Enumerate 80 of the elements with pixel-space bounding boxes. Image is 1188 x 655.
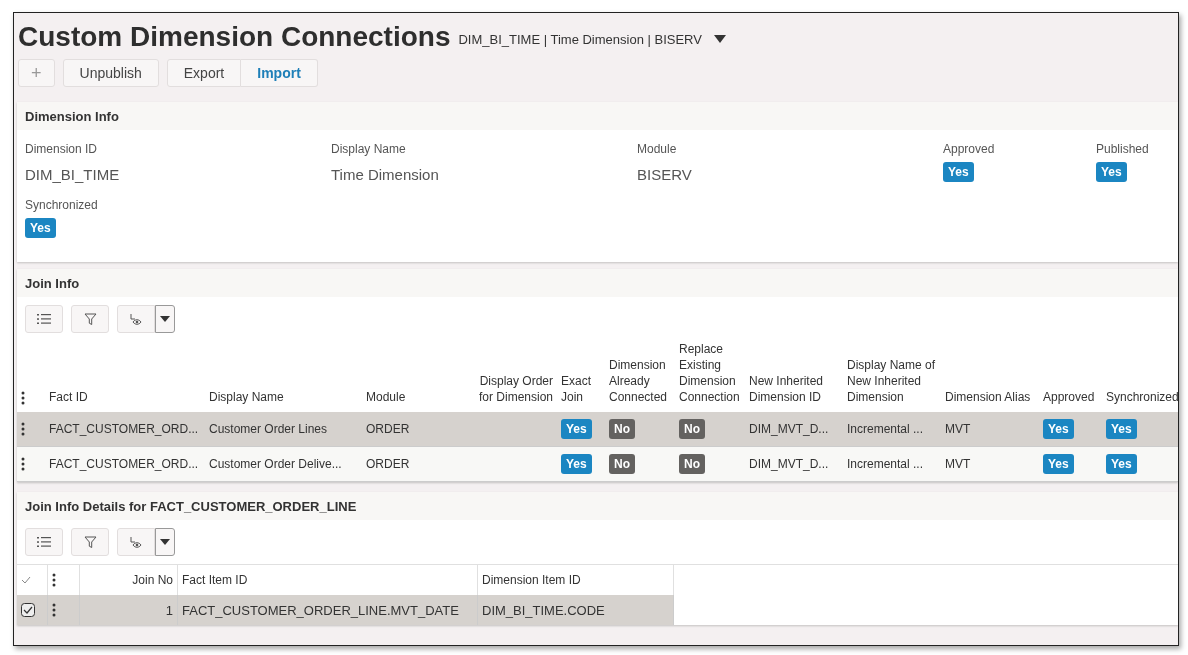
table-cell: Customer Order Delive... [205, 447, 362, 482]
status-badge: No [679, 454, 705, 474]
column-header[interactable]: Synchronized [1102, 341, 1178, 412]
table-cell: ORDER [362, 412, 470, 447]
table-cell[interactable] [17, 412, 45, 447]
table-cell: Customer Order Lines [205, 412, 362, 447]
column-header[interactable]: Module [362, 341, 470, 412]
list-icon [37, 536, 51, 548]
table-cell[interactable] [17, 595, 48, 625]
table-cell: ORDER [362, 447, 470, 482]
field-label: Module [637, 142, 678, 156]
unpublish-button[interactable]: Unpublish [62, 59, 159, 87]
column-menu-icon[interactable] [21, 391, 25, 405]
table-cell: DIM_MVT_D... [745, 412, 843, 447]
field-value: BISERV [637, 166, 692, 183]
column-header[interactable]: Dimension Already Connected [605, 341, 675, 412]
table-cell: FACT_CUSTOMER_ORDER_LINE.MVT_DATE [178, 595, 478, 625]
table-cell[interactable] [17, 447, 45, 482]
field-label: Display Name [331, 142, 407, 156]
caret-icon[interactable] [713, 35, 726, 43]
field-label: Approved [943, 142, 996, 156]
table-cell: FACT_CUSTOMER_ORD... [45, 412, 205, 447]
field-label: Synchronized [25, 198, 99, 212]
table-cell: MVT [941, 412, 1039, 447]
caret-icon [160, 316, 170, 322]
column-header[interactable]: Display Name of New Inherited Dimension [843, 341, 941, 412]
column-header[interactable]: Dimension Alias [941, 341, 1039, 412]
eye-icon [129, 535, 143, 549]
record-context: DIM_BI_TIME | Time Dimension | BISERV [458, 31, 702, 47]
page-title: Custom Dimension Connections [18, 21, 451, 53]
status-badge: Yes [1106, 454, 1137, 474]
column-header[interactable]: Approved [1039, 341, 1102, 412]
row-menu-icon[interactable] [52, 603, 56, 617]
status-badge: Yes [25, 218, 56, 238]
caret-icon [160, 539, 170, 545]
eye-icon [129, 312, 143, 326]
field-label: Published [1096, 142, 1150, 156]
filter-icon [83, 535, 97, 549]
table-cell: DIM_MVT_D... [745, 447, 843, 482]
status-badge: Yes [561, 454, 592, 474]
list-button[interactable] [25, 528, 63, 556]
table-cell: FACT_CUSTOMER_ORD... [45, 447, 205, 482]
status-badge: Yes [1043, 454, 1074, 474]
status-badge: Yes [1106, 419, 1137, 439]
table-cell: 1 [80, 595, 178, 625]
column-header[interactable]: Display Name [205, 341, 362, 412]
list-icon [37, 313, 51, 325]
table-cell: Incremental ... [843, 412, 941, 447]
checkbox[interactable] [21, 603, 35, 617]
dropdown-button[interactable] [155, 305, 175, 333]
panel-title: Dimension Info [25, 108, 119, 124]
column-header[interactable]: Display Order for Dimension [470, 341, 557, 412]
table-cell: Incremental ... [843, 447, 941, 482]
row-menu-icon[interactable] [21, 422, 25, 436]
status-badge: Yes [943, 162, 974, 182]
field-value: Time Dimension [331, 166, 439, 183]
column-menu-icon[interactable] [52, 573, 56, 587]
export-button[interactable]: Export [166, 59, 242, 87]
panel-title: Join Info Details for FACT_CUSTOMER_ORDER_LINE [25, 498, 357, 514]
status-badge: No [609, 419, 635, 439]
table-cell: DIM_BI_TIME.CODE [478, 595, 674, 625]
list-button[interactable] [25, 305, 63, 333]
status-badge: Yes [1096, 162, 1127, 182]
filter-icon [83, 312, 97, 326]
column-header[interactable]: Fact ID [45, 341, 205, 412]
field-label: Dimension ID [25, 142, 99, 156]
status-badge: No [609, 454, 635, 474]
import-button[interactable]: Import [241, 59, 318, 87]
status-badge: Yes [561, 419, 592, 439]
column-header[interactable]: Exact Join [557, 341, 605, 412]
column-header[interactable]: Replace Existing Dimension Connection [675, 341, 745, 412]
check-all-icon[interactable] [21, 576, 31, 584]
field-value: DIM_BI_TIME [25, 166, 120, 183]
table-cell: MVT [941, 447, 1039, 482]
dropdown-button[interactable] [155, 528, 175, 556]
row-menu-icon[interactable] [21, 457, 25, 471]
status-badge: Yes [1043, 419, 1074, 439]
panel-title: Join Info [25, 275, 80, 291]
status-badge: No [679, 419, 705, 439]
column-header[interactable]: New Inherited Dimension ID [745, 341, 843, 412]
